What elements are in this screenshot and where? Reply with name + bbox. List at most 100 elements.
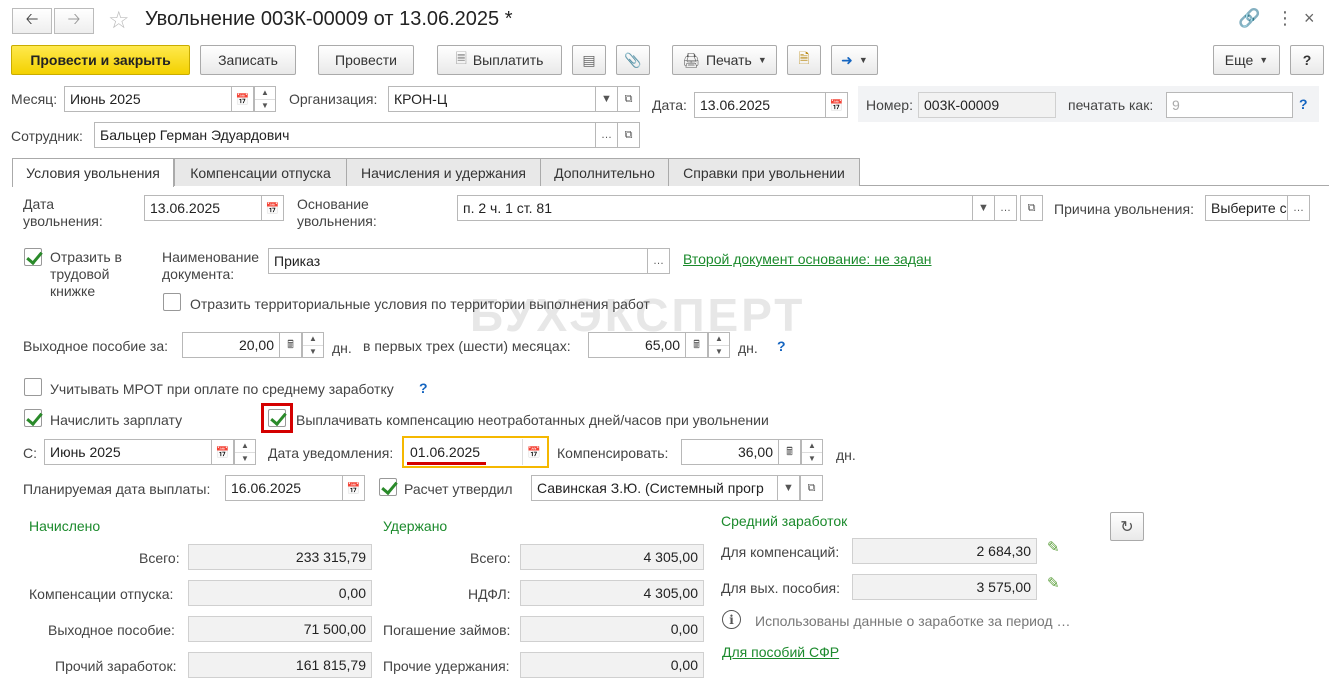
close-icon[interactable]: × [1304, 8, 1315, 29]
month-stepper[interactable]: ▲ ▼ [254, 86, 276, 112]
month-input[interactable]: Июнь 2025 [64, 86, 232, 112]
calendar-icon: 📅 [829, 99, 844, 112]
basis-open-button[interactable]: ⧉ [1020, 195, 1043, 221]
first-months-stepper[interactable]: ▲ ▼ [708, 332, 730, 358]
help-icon[interactable]: ? [419, 380, 428, 396]
basis-input[interactable]: п. 2 ч. 1 ст. 81 [457, 195, 973, 221]
refresh-button[interactable]: ↻ [1110, 512, 1144, 541]
forward-button[interactable]: 🡢 [54, 8, 94, 34]
employee-open-button[interactable]: ⧉ [617, 122, 640, 148]
post-button[interactable]: Провести [318, 45, 414, 75]
org-dropdown[interactable]: ▼ [595, 86, 618, 112]
link-icon[interactable]: 🔗 [1238, 8, 1260, 29]
employee-input[interactable]: Бальцер Герман Эдуардович [94, 122, 596, 148]
withheld-ndfl-value: 4 305,00 [520, 580, 704, 606]
pencil-icon[interactable]: ✎ [1047, 574, 1060, 592]
pay-compensation-checkbox[interactable] [268, 409, 286, 427]
dismissal-date-input[interactable]: 13.06.2025 [144, 195, 262, 221]
reason-input[interactable]: Выберите с [1205, 195, 1288, 221]
tab-certificates[interactable]: Справки при увольнении [668, 158, 860, 186]
calendar-button[interactable]: 📅 [211, 439, 234, 465]
withheld-loans-value: 0,00 [520, 616, 704, 642]
mrot-checkbox[interactable] [24, 378, 42, 396]
attach-button[interactable]: 📎 [616, 45, 650, 75]
approved-input[interactable]: Савинская З.Ю. (Системный прогр [531, 475, 778, 501]
post-and-close-button[interactable]: Провести и закрыть [11, 45, 190, 75]
second-doc-link[interactable]: Второй документ основание: не задан [683, 251, 932, 267]
chevron-down-icon: ▼ [757, 55, 767, 65]
territorial-checkbox[interactable] [163, 293, 181, 311]
back-button[interactable]: 🡠 [12, 8, 52, 34]
date-input[interactable]: 13.06.2025 [694, 92, 826, 118]
more-button[interactable]: Еще ▼ [1213, 45, 1280, 75]
calendar-icon: 📅 [215, 446, 230, 459]
workbook-checkbox[interactable] [24, 248, 42, 266]
post-and-close-label: Провести и закрыть [30, 52, 171, 68]
approved-checkbox[interactable] [379, 478, 397, 496]
calculator-icon: 🖩 [287, 338, 294, 351]
doc-name-select-button[interactable]: … [647, 248, 670, 274]
help-icon[interactable]: ? [1299, 96, 1308, 112]
print-label: Печать [705, 52, 752, 68]
org-input[interactable]: КРОН-Ц [388, 86, 596, 112]
compensate-stepper[interactable]: ▲ ▼ [801, 439, 823, 465]
tab-dismissal-conditions[interactable]: Условия увольнения [12, 158, 174, 187]
from-stepper[interactable]: ▲ ▼ [234, 439, 256, 465]
compensate-input[interactable]: 36,00 [681, 439, 779, 465]
average-info-text[interactable]: Использованы данные о заработке за перио… [755, 613, 1070, 629]
print-button[interactable]: 🖨 Печать ▼ [672, 45, 777, 75]
basis-dropdown[interactable]: ▼ [972, 195, 995, 221]
more-vert-icon[interactable]: ⋮ [1276, 8, 1294, 29]
open-icon: ⧉ [1027, 201, 1036, 214]
save-button[interactable]: Записать [200, 45, 296, 75]
reason-select-button[interactable]: … [1287, 195, 1310, 221]
report-button[interactable]: ▤ [572, 45, 606, 75]
withheld-heading: Удержано [383, 518, 448, 534]
calculator-button[interactable]: 🖩 [279, 332, 302, 358]
pencil-icon[interactable]: ✎ [1047, 538, 1060, 556]
severance-input[interactable]: 20,00 [182, 332, 280, 358]
basis-select-button[interactable]: … [994, 195, 1017, 221]
chevron-down-icon: ▼ [808, 453, 816, 463]
tab-additional[interactable]: Дополнительно [540, 158, 669, 186]
planned-pay-input[interactable]: 16.06.2025 [225, 475, 343, 501]
sfr-link[interactable]: Для пособий СФР [722, 644, 839, 660]
calendar-button[interactable]: 📅 [825, 92, 848, 118]
org-label: Организация: [289, 91, 378, 107]
accrued-heading: Начислено [29, 518, 101, 534]
calculator-button[interactable]: 🖩 [685, 332, 708, 358]
help-button[interactable]: ? [1290, 45, 1324, 75]
pay-button[interactable]: 🗏 Выплатить [437, 45, 562, 75]
chevron-up-icon: ▲ [303, 333, 323, 346]
employee-select-button[interactable]: … [595, 122, 618, 148]
approved-open-button[interactable]: ⧉ [800, 475, 823, 501]
calendar-button[interactable]: 📅 [261, 195, 284, 221]
tab-accruals-deductions[interactable]: Начисления и удержания [346, 158, 541, 186]
info-icon: i [722, 610, 741, 629]
approved-dropdown[interactable]: ▼ [777, 475, 800, 501]
calculator-button[interactable]: 🖩 [778, 439, 801, 465]
calendar-button[interactable]: 📅 [342, 475, 365, 501]
accrued-other-label: Прочий заработок: [55, 658, 177, 674]
calendar-button[interactable]: 📅 [231, 86, 254, 112]
help-icon[interactable]: ? [777, 338, 786, 354]
chevron-down-icon: ▼ [1259, 55, 1269, 65]
tab-vacation-compensation[interactable]: Компенсации отпуска [174, 158, 347, 186]
chevron-down-icon: ▼ [978, 202, 989, 214]
org-open-button[interactable]: ⧉ [617, 86, 640, 112]
create-based-button[interactable]: ➜ ▼ [831, 45, 878, 75]
structure-button[interactable]: 🗎 [787, 45, 821, 75]
accrue-salary-checkbox[interactable] [24, 409, 42, 427]
calendar-icon: 📅 [527, 446, 541, 459]
calendar-button[interactable]: 📅 [522, 439, 545, 465]
first-months-input[interactable]: 65,00 [588, 332, 686, 358]
doc-name-input[interactable]: Приказ [268, 248, 648, 274]
accrued-vacation-value: 0,00 [188, 580, 372, 606]
severance-stepper[interactable]: ▲ ▼ [302, 332, 324, 358]
chevron-down-icon: ▼ [309, 346, 317, 356]
number-input[interactable]: 003К-00009 [918, 92, 1056, 118]
print-as-input[interactable]: 9 [1166, 92, 1293, 118]
star-icon[interactable]: ☆ [108, 6, 130, 35]
accrued-vacation-label: Компенсации отпуска: [29, 586, 174, 602]
from-input[interactable]: Июнь 2025 [44, 439, 212, 465]
